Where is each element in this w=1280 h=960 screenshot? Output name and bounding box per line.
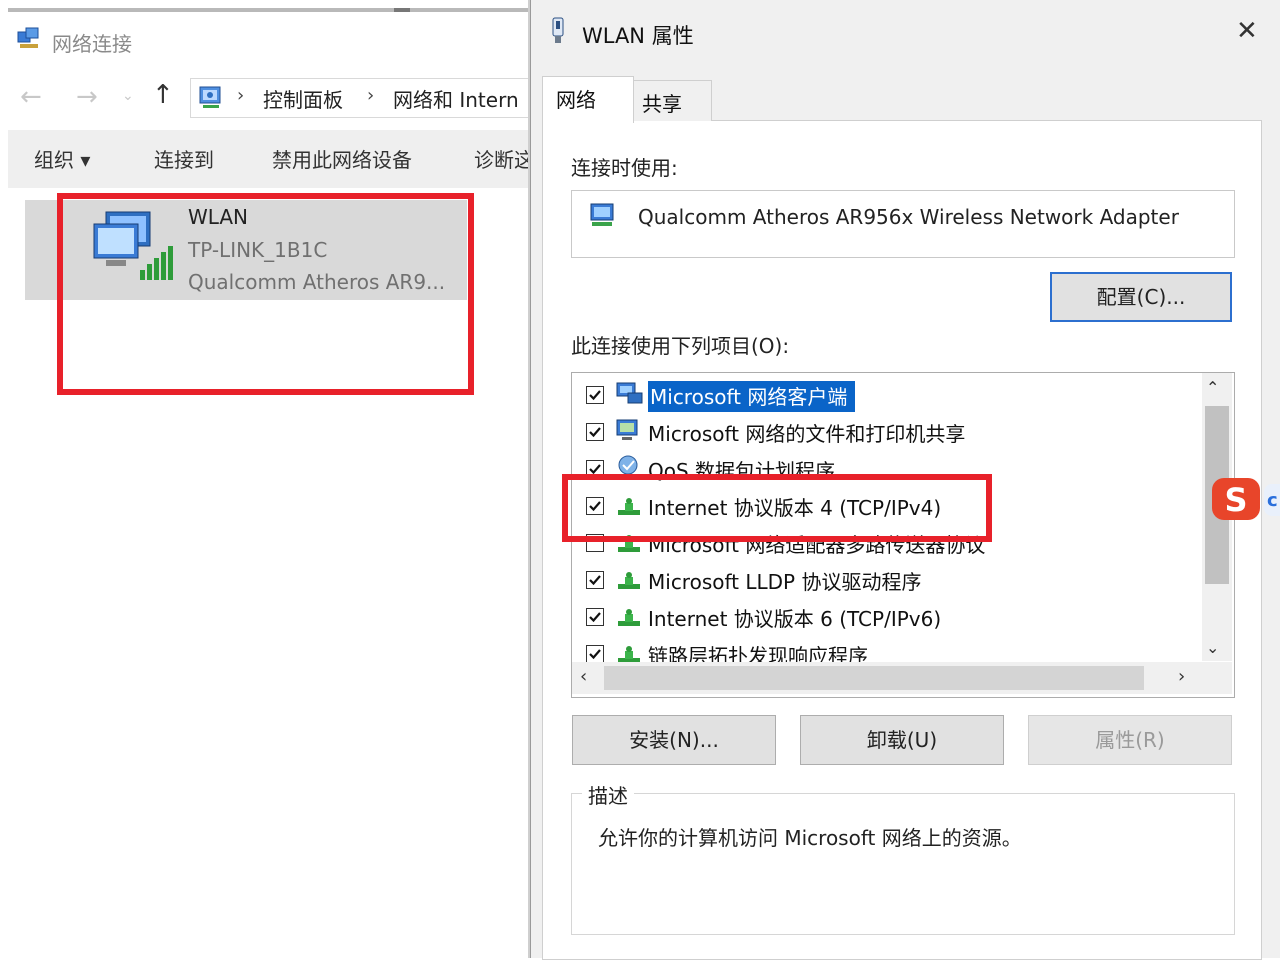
components-label: 此连接使用下列项目(O): <box>571 334 790 358</box>
install-button[interactable]: 安装(N)... <box>572 715 776 765</box>
tab-networking-label[interactable]: 网络 <box>556 84 596 113</box>
protocol-icon <box>618 572 640 589</box>
component-row[interactable]: Microsoft 网络客户端 <box>572 377 1204 414</box>
scroll-left-icon[interactable]: ‹ <box>580 666 587 687</box>
disable-device-button[interactable]: 禁用此网络设备 <box>272 144 412 173</box>
sogou-ime-icon[interactable]: S <box>1210 476 1262 522</box>
component-row[interactable]: Microsoft 网络的文件和打印机共享 <box>572 414 1204 451</box>
breadcrumb-separator-icon: › <box>367 85 375 106</box>
checkmark-icon <box>589 649 601 660</box>
window-top-border <box>8 8 528 12</box>
breadcrumb-control-panel[interactable]: 控制面板 <box>263 84 343 113</box>
scroll-right-icon[interactable]: › <box>1178 666 1185 687</box>
component-checkbox[interactable] <box>586 423 604 441</box>
component-row[interactable]: Internet 协议版本 6 (TCP/IPv6) <box>572 599 1204 636</box>
component-label[interactable]: Microsoft 网络客户端 <box>648 381 856 412</box>
breadcrumb-separator-icon: › <box>237 85 245 106</box>
component-label[interactable]: Microsoft LLDP 协议驱动程序 <box>648 566 921 595</box>
connect-using-label: 连接时使用: <box>571 156 678 180</box>
description-group <box>571 793 1235 935</box>
svg-text:S: S <box>1224 481 1247 519</box>
scrollbar-corner <box>1202 662 1232 694</box>
window-title: 网络连接 <box>52 32 132 56</box>
file-share-icon <box>616 419 638 440</box>
forward-arrow-icon[interactable]: → <box>76 82 98 112</box>
red-highlight-box <box>57 193 474 395</box>
properties-button[interactable]: 属性(R) <box>1028 715 1232 765</box>
horizontal-scroll-thumb[interactable] <box>604 666 1144 690</box>
recent-locations-chevron-icon[interactable]: ⌄ <box>122 88 134 104</box>
connect-to-button[interactable]: 连接到 <box>154 144 214 173</box>
adapter-card-icon <box>552 17 564 43</box>
checkmark-icon <box>589 427 601 438</box>
scroll-down-icon[interactable]: ⌄ <box>1206 638 1219 657</box>
component-label[interactable]: Internet 协议版本 6 (TCP/IPv6) <box>648 603 941 632</box>
checkmark-icon <box>589 575 601 586</box>
adapter-name: Qualcomm Atheros AR956x Wireless Network… <box>638 205 1179 229</box>
tab-sharing-label[interactable]: 共享 <box>642 88 682 117</box>
checkmark-icon <box>589 390 601 401</box>
component-label[interactable]: Microsoft 网络的文件和打印机共享 <box>648 418 965 447</box>
description-text: 允许你的计算机访问 Microsoft 网络上的资源。 <box>598 826 1022 850</box>
network-client-icon <box>616 382 643 404</box>
component-checkbox[interactable] <box>586 608 604 626</box>
diagnose-button[interactable]: 诊断这 <box>474 144 530 173</box>
dialog-title: WLAN 属性 <box>582 24 694 48</box>
component-checkbox[interactable] <box>586 571 604 589</box>
protocol-icon <box>618 609 640 626</box>
scroll-up-icon[interactable]: ⌃ <box>1206 378 1219 397</box>
uninstall-button[interactable]: 卸载(U) <box>800 715 1004 765</box>
back-arrow-icon[interactable]: ← <box>20 82 42 112</box>
network-adapter-icon <box>590 203 614 226</box>
component-checkbox[interactable] <box>586 645 604 663</box>
window-grip[interactable] <box>394 8 410 12</box>
address-bar[interactable]: › 控制面板 › 网络和 Intern <box>190 78 536 118</box>
breadcrumb-network-internet[interactable]: 网络和 Intern <box>393 84 519 113</box>
configure-button[interactable]: 配置(C)... <box>1050 272 1232 322</box>
description-label: 描述 <box>582 780 634 809</box>
up-arrow-icon[interactable]: ↑ <box>152 80 174 110</box>
organize-menu-button[interactable]: 组织 ▾ <box>34 144 90 173</box>
component-checkbox[interactable] <box>586 386 604 404</box>
control-panel-icon <box>199 86 221 108</box>
close-icon[interactable]: ✕ <box>1236 16 1258 46</box>
component-row[interactable]: Microsoft LLDP 协议驱动程序 <box>572 562 1204 599</box>
ime-toolbar-glyph: c <box>1267 490 1278 511</box>
checkmark-icon <box>589 612 601 623</box>
red-highlight-box <box>562 474 992 542</box>
network-connections-icon <box>17 27 39 48</box>
